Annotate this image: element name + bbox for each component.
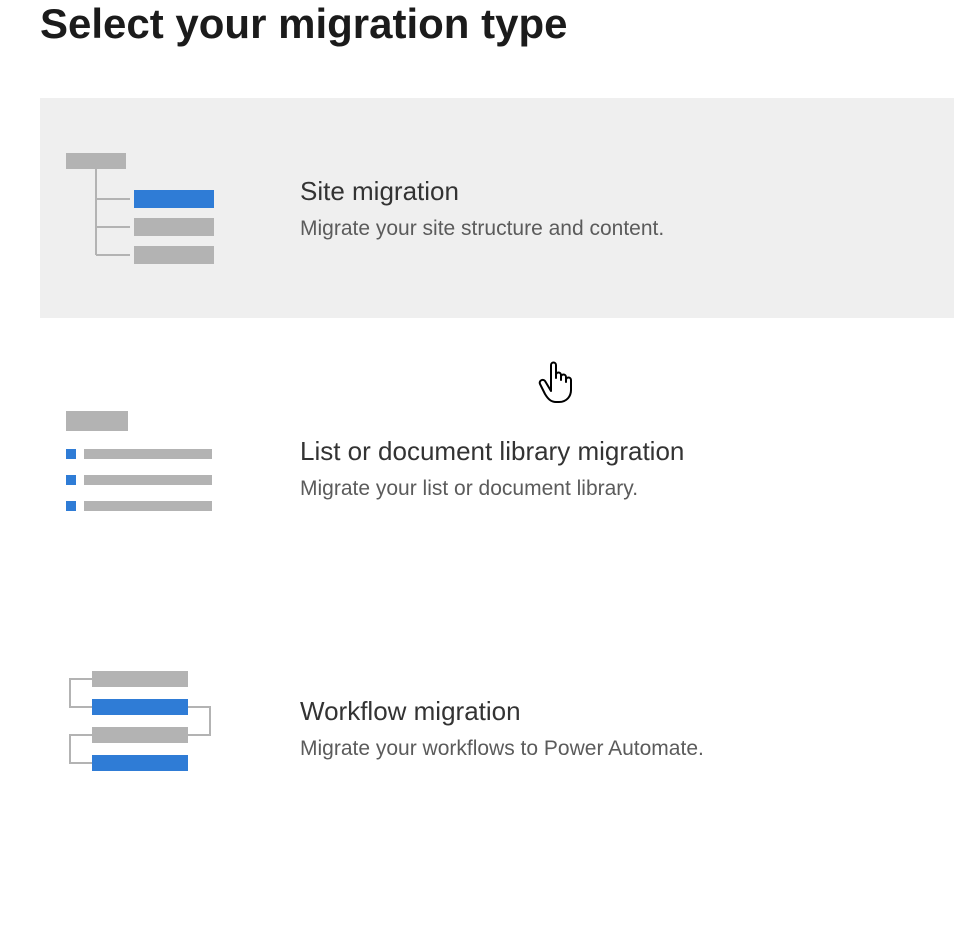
option-text-block: Site migration Migrate your site structu… — [240, 176, 934, 241]
option-description: Migrate your list or document library. — [300, 477, 934, 501]
list-doclib-migration-icon — [60, 403, 240, 533]
site-migration-icon — [60, 143, 240, 273]
option-title: Workflow migration — [300, 696, 934, 727]
page-title: Select your migration type — [40, 0, 964, 48]
option-title: List or document library migration — [300, 436, 934, 467]
option-site-migration[interactable]: Site migration Migrate your site structu… — [40, 98, 954, 318]
option-description: Migrate your workflows to Power Automate… — [300, 737, 934, 761]
option-text-block: Workflow migration Migrate your workflow… — [240, 696, 934, 761]
workflow-migration-icon — [60, 663, 240, 793]
option-title: Site migration — [300, 176, 934, 207]
option-workflow-migration[interactable]: Workflow migration Migrate your workflow… — [40, 618, 954, 838]
migration-options-list: Site migration Migrate your site structu… — [40, 98, 954, 838]
option-list-doclib-migration[interactable]: List or document library migration Migra… — [40, 358, 954, 578]
option-text-block: List or document library migration Migra… — [240, 436, 934, 501]
option-description: Migrate your site structure and content. — [300, 217, 934, 241]
